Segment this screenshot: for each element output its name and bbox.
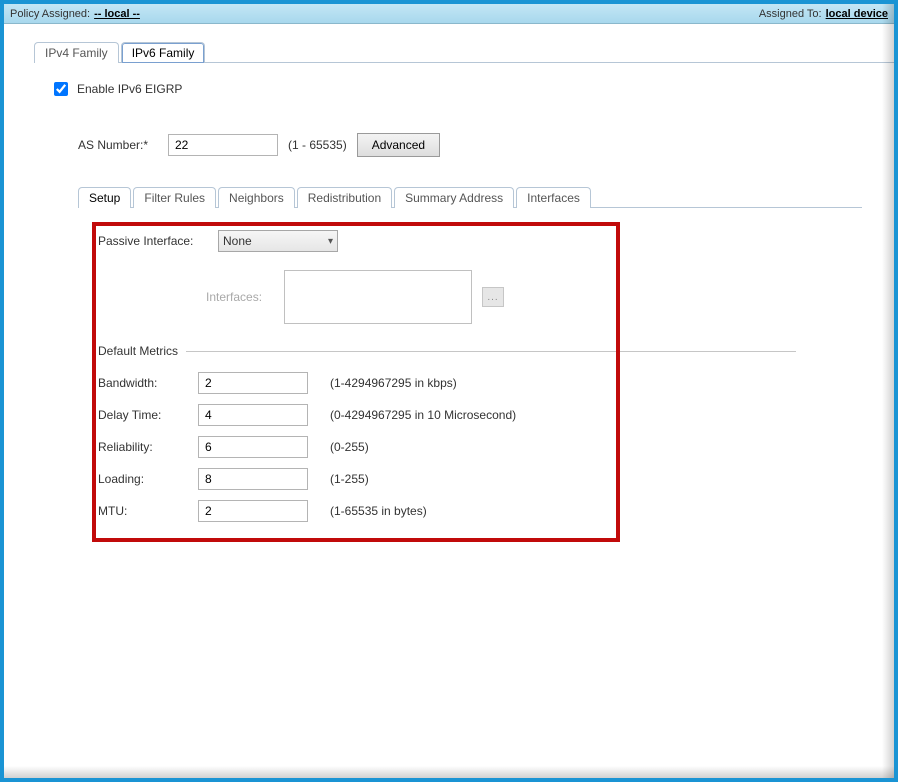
assigned-to-link[interactable]: local device (826, 8, 888, 20)
passive-interface-label: Passive Interface: (98, 234, 206, 248)
mtu-hint: (1-65535 in bytes) (330, 504, 427, 518)
main-area: IPv4 Family IPv6 Family Enable IPv6 EIGR… (4, 24, 894, 778)
interfaces-listbox[interactable] (284, 270, 472, 324)
assigned-to-label: Assigned To: (759, 8, 822, 20)
delay-time-hint: (0-4294967295 in 10 Microsecond) (330, 408, 516, 422)
loading-row: Loading: (1-255) (98, 468, 846, 490)
enable-ipv6-eigrp-label: Enable IPv6 EIGRP (77, 82, 182, 96)
as-number-hint: (1 - 65535) (288, 138, 347, 152)
mtu-label: MTU: (98, 504, 186, 518)
setup-body: Passive Interface: None ▾ Interfaces: ..… (78, 208, 862, 548)
loading-hint: (1-255) (330, 472, 369, 486)
loading-input[interactable] (198, 468, 308, 490)
default-metrics-text: Default Metrics (98, 344, 178, 358)
inner-panel: Setup Filter Rules Neighbors Redistribut… (78, 187, 862, 548)
bandwidth-row: Bandwidth: (1-4294967295 in kbps) (98, 372, 846, 394)
tab-redistribution[interactable]: Redistribution (297, 187, 392, 208)
passive-interface-row: Passive Interface: None ▾ (98, 230, 846, 252)
reliability-input[interactable] (198, 436, 308, 458)
mtu-input[interactable] (198, 500, 308, 522)
bandwidth-label: Bandwidth: (98, 376, 186, 390)
highlight-area: Passive Interface: None ▾ Interfaces: ..… (98, 230, 846, 522)
enable-ipv6-eigrp-checkbox[interactable] (54, 82, 68, 96)
interfaces-row: Interfaces: ... (206, 270, 846, 324)
policy-assigned-label: Policy Assigned: (10, 8, 90, 20)
tab-neighbors[interactable]: Neighbors (218, 187, 295, 208)
divider-line (186, 351, 796, 352)
bandwidth-input[interactable] (198, 372, 308, 394)
delay-time-label: Delay Time: (98, 408, 186, 422)
interfaces-label: Interfaces: (206, 290, 274, 304)
bandwidth-hint: (1-4294967295 in kbps) (330, 376, 457, 390)
inner-tab-strip: Setup Filter Rules Neighbors Redistribut… (78, 187, 862, 208)
as-number-input[interactable] (168, 134, 278, 156)
enable-ipv6-eigrp-row: Enable IPv6 EIGRP (50, 79, 862, 99)
delay-time-row: Delay Time: (0-4294967295 in 10 Microsec… (98, 404, 846, 426)
app-window: Policy Assigned: -- local -- Assigned To… (0, 0, 898, 782)
header-bar: Policy Assigned: -- local -- Assigned To… (4, 4, 894, 24)
passive-interface-select[interactable]: None ▾ (218, 230, 338, 252)
as-number-label: AS Number: (78, 138, 158, 152)
reliability-row: Reliability: (0-255) (98, 436, 846, 458)
mtu-row: MTU: (1-65535 in bytes) (98, 500, 846, 522)
passive-interface-value: None (223, 234, 252, 248)
default-metrics-heading: Default Metrics (98, 344, 846, 358)
tab-setup[interactable]: Setup (78, 187, 131, 208)
top-tab-strip: IPv4 Family IPv6 Family (34, 42, 894, 63)
tab-filter-rules[interactable]: Filter Rules (133, 187, 216, 208)
tab-ipv4-family[interactable]: IPv4 Family (34, 42, 119, 63)
loading-label: Loading: (98, 472, 186, 486)
tab-ipv6-family[interactable]: IPv6 Family (121, 42, 206, 63)
tab-summary-address[interactable]: Summary Address (394, 187, 514, 208)
reliability-hint: (0-255) (330, 440, 369, 454)
tab-interfaces[interactable]: Interfaces (516, 187, 591, 208)
interfaces-browse-button[interactable]: ... (482, 287, 504, 307)
as-number-row: AS Number: (1 - 65535) Advanced (78, 133, 862, 157)
delay-time-input[interactable] (198, 404, 308, 426)
reliability-label: Reliability: (98, 440, 186, 454)
policy-assigned-link[interactable]: -- local -- (94, 8, 140, 20)
advanced-button[interactable]: Advanced (357, 133, 440, 157)
chevron-down-icon: ▾ (328, 236, 333, 247)
ipv6-family-panel: Enable IPv6 EIGRP AS Number: (1 - 65535)… (34, 63, 878, 564)
